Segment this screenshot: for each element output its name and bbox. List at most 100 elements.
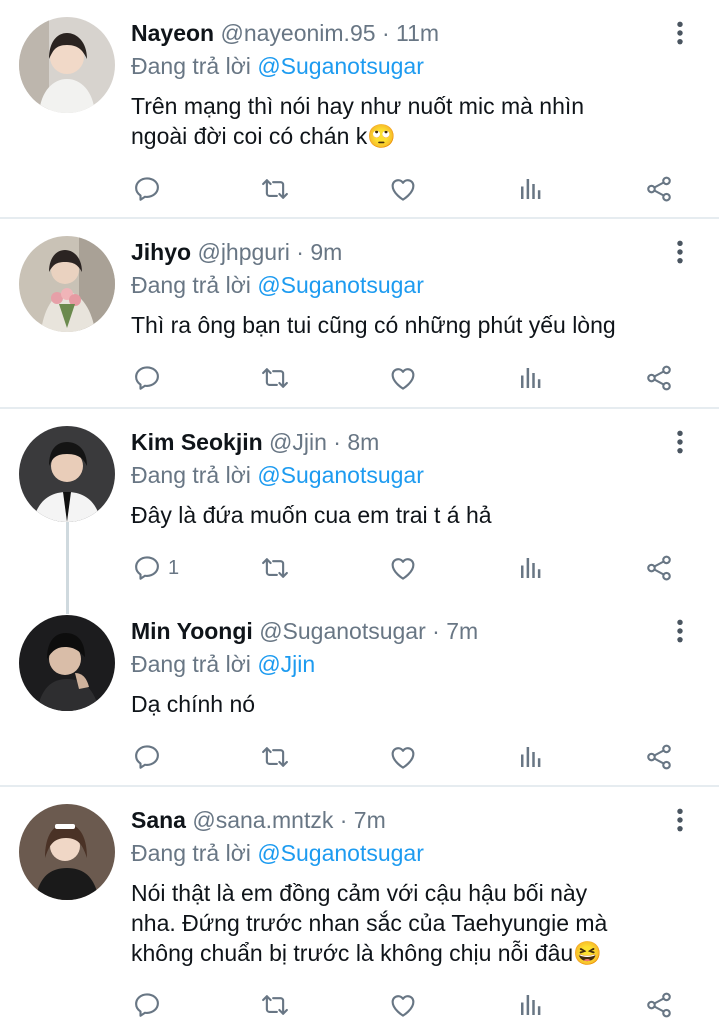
more-options-button[interactable] xyxy=(668,616,692,646)
tweet-item[interactable]: Sana @sana.mntzk · 7m Đang trả lời @Suga… xyxy=(0,787,719,1036)
timestamp[interactable]: 7m xyxy=(446,618,478,644)
avatar[interactable] xyxy=(19,804,115,900)
separator-dot: · xyxy=(432,618,440,644)
separator-dot: · xyxy=(381,20,390,46)
share-button[interactable] xyxy=(644,361,674,395)
heart-icon xyxy=(388,553,418,583)
separator-dot: · xyxy=(333,429,341,455)
reply-prefix: Đang trả lời xyxy=(131,462,251,488)
share-icon xyxy=(644,363,674,393)
replying-to: Đang trả lời @Jjin xyxy=(131,649,315,679)
retweet-icon xyxy=(260,990,290,1020)
mention-link[interactable]: @Suganotsugar xyxy=(257,272,424,298)
share-button[interactable] xyxy=(644,740,674,774)
author-name[interactable]: Kim Seokjin xyxy=(131,429,263,455)
reply-button[interactable] xyxy=(132,172,168,206)
tweet-text-line: Dạ chính nó xyxy=(131,691,256,717)
more-options-button[interactable] xyxy=(668,427,692,457)
reply-icon xyxy=(132,363,162,393)
author-name[interactable]: Nayeon xyxy=(131,20,214,46)
timestamp[interactable]: 9m xyxy=(310,239,342,265)
reply-count: 1 xyxy=(168,556,180,579)
retweet-button[interactable] xyxy=(260,551,290,585)
mention-link[interactable]: @Suganotsugar xyxy=(257,462,424,488)
mention-link[interactable]: @Suganotsugar xyxy=(257,840,424,866)
author-handle[interactable]: @Jjin xyxy=(269,429,327,455)
analytics-icon xyxy=(516,990,546,1020)
author-handle[interactable]: @jhpguri xyxy=(197,239,289,265)
reply-button[interactable] xyxy=(132,740,168,774)
reply-button[interactable] xyxy=(132,361,168,395)
more-vertical-icon xyxy=(676,429,684,455)
tweet-header: Min Yoongi @Suganotsugar · 7m xyxy=(131,616,478,646)
analytics-icon xyxy=(516,553,546,583)
author-name[interactable]: Min Yoongi xyxy=(131,618,253,644)
tweet-text: Đây là đứa muốn cua em trai t á hả xyxy=(131,500,691,530)
reply-icon xyxy=(132,553,162,583)
tweet-actions xyxy=(0,988,719,1022)
like-button[interactable] xyxy=(388,551,418,585)
avatar[interactable] xyxy=(19,426,115,522)
reply-prefix: Đang trả lời xyxy=(131,53,251,79)
retweet-icon xyxy=(260,363,290,393)
more-vertical-icon xyxy=(676,807,684,833)
avatar[interactable] xyxy=(19,615,115,711)
tweet-item[interactable]: Min Yoongi @Suganotsugar · 7m Đang trả l… xyxy=(0,598,719,786)
like-button[interactable] xyxy=(388,172,418,206)
tweet-text-line: ngoài đời coi có chán k🙄 xyxy=(131,123,396,149)
share-button[interactable] xyxy=(644,172,674,206)
share-button[interactable] xyxy=(644,551,674,585)
author-name[interactable]: Sana xyxy=(131,807,186,833)
tweet-text-line: không chuẩn bị trước là không chịu nỗi đ… xyxy=(131,940,602,966)
analytics-button[interactable] xyxy=(516,740,546,774)
analytics-button[interactable] xyxy=(516,172,546,206)
retweet-button[interactable] xyxy=(260,740,290,774)
reply-icon xyxy=(132,174,162,204)
author-handle[interactable]: @sana.mntzk xyxy=(192,807,333,833)
share-icon xyxy=(644,553,674,583)
more-options-button[interactable] xyxy=(668,18,692,48)
mention-link[interactable]: @Suganotsugar xyxy=(257,53,424,79)
timestamp[interactable]: 7m xyxy=(354,807,386,833)
tweet-item[interactable]: Jihyo @jhpguri · 9m Đang trả lời @Sugano… xyxy=(0,219,719,407)
tweet-text: Thì ra ông bạn tui cũng có những phút yế… xyxy=(131,310,691,340)
tweet-text-line: Đây là đứa muốn cua em trai t á hả xyxy=(131,502,492,528)
analytics-button[interactable] xyxy=(516,551,546,585)
more-options-button[interactable] xyxy=(668,805,692,835)
replying-to: Đang trả lời @Suganotsugar xyxy=(131,51,424,81)
mention-link[interactable]: @Jjin xyxy=(257,651,315,677)
more-options-button[interactable] xyxy=(668,237,692,267)
reply-button[interactable]: 1 xyxy=(132,551,179,585)
tweet-actions xyxy=(0,740,719,774)
like-button[interactable] xyxy=(388,361,418,395)
retweet-button[interactable] xyxy=(260,361,290,395)
heart-icon xyxy=(388,363,418,393)
timestamp[interactable]: 8m xyxy=(347,429,379,455)
like-button[interactable] xyxy=(388,740,418,774)
tweet-text-line: Thì ra ông bạn tui cũng có những phút yế… xyxy=(131,312,616,338)
like-button[interactable] xyxy=(388,988,418,1022)
heart-icon xyxy=(388,174,418,204)
tweet-header: Kim Seokjin @Jjin · 8m xyxy=(131,427,379,457)
heart-icon xyxy=(388,742,418,772)
retweet-button[interactable] xyxy=(260,172,290,206)
author-handle[interactable]: @nayeonim.95 xyxy=(220,20,375,46)
analytics-icon xyxy=(516,742,546,772)
avatar[interactable] xyxy=(19,17,115,113)
tweet-item[interactable]: Nayeon @nayeonim.95 · 11m Đang trả lời @… xyxy=(0,0,719,218)
timestamp[interactable]: 11m xyxy=(396,20,439,46)
reply-prefix: Đang trả lời xyxy=(131,840,251,866)
analytics-button[interactable] xyxy=(516,361,546,395)
share-button[interactable] xyxy=(644,988,674,1022)
tweet-text: Dạ chính nó xyxy=(131,689,691,719)
reply-button[interactable] xyxy=(132,988,168,1022)
author-name[interactable]: Jihyo xyxy=(131,239,191,265)
author-handle[interactable]: @Suganotsugar xyxy=(259,618,426,644)
avatar[interactable] xyxy=(19,236,115,332)
tweet-actions xyxy=(0,172,719,206)
reply-icon xyxy=(132,990,162,1020)
tweet-text-line: Trên mạng thì nói hay như nuốt mic mà nh… xyxy=(131,93,585,119)
analytics-button[interactable] xyxy=(516,988,546,1022)
retweet-button[interactable] xyxy=(260,988,290,1022)
tweet-item[interactable]: Kim Seokjin @Jjin · 8m Đang trả lời @Sug… xyxy=(0,409,719,597)
